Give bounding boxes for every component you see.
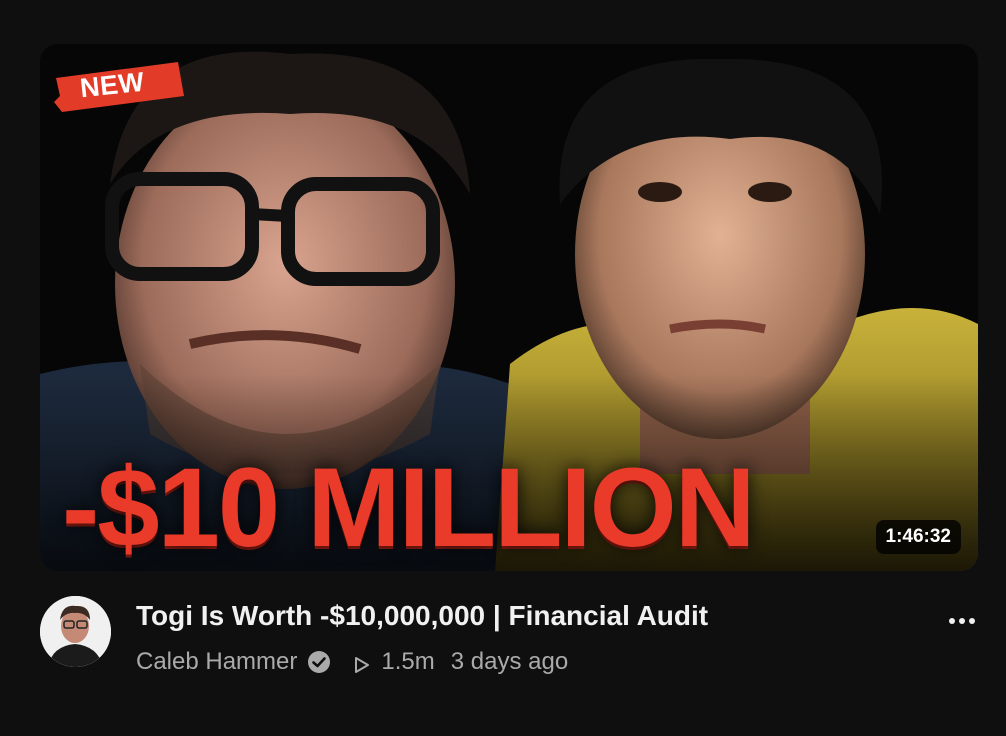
upload-age: 3 days ago	[450, 648, 569, 675]
video-title[interactable]: Togi Is Worth -$10,000,000 | Financial A…	[136, 600, 916, 632]
video-metadata: Caleb Hammer 1.5m 3 days ago	[136, 648, 568, 676]
view-count: 1.5m	[381, 648, 435, 675]
more-dot	[959, 618, 965, 624]
duration-badge: 1:46:32	[875, 520, 961, 554]
new-badge: NEW	[50, 56, 190, 116]
video-thumbnail[interactable]: NEW -$10 MILLION 1:46:32	[40, 44, 978, 571]
channel-name[interactable]: Caleb Hammer	[136, 648, 297, 676]
thumbnail-headline: -$10 MILLION	[62, 445, 756, 570]
more-dot	[949, 618, 955, 624]
play-outline-icon	[353, 653, 371, 673]
channel-avatar[interactable]	[40, 596, 111, 667]
verified-check-icon	[307, 650, 331, 674]
avatar-image	[40, 596, 111, 667]
more-horizontal-icon[interactable]	[942, 606, 982, 636]
more-dot	[969, 618, 975, 624]
